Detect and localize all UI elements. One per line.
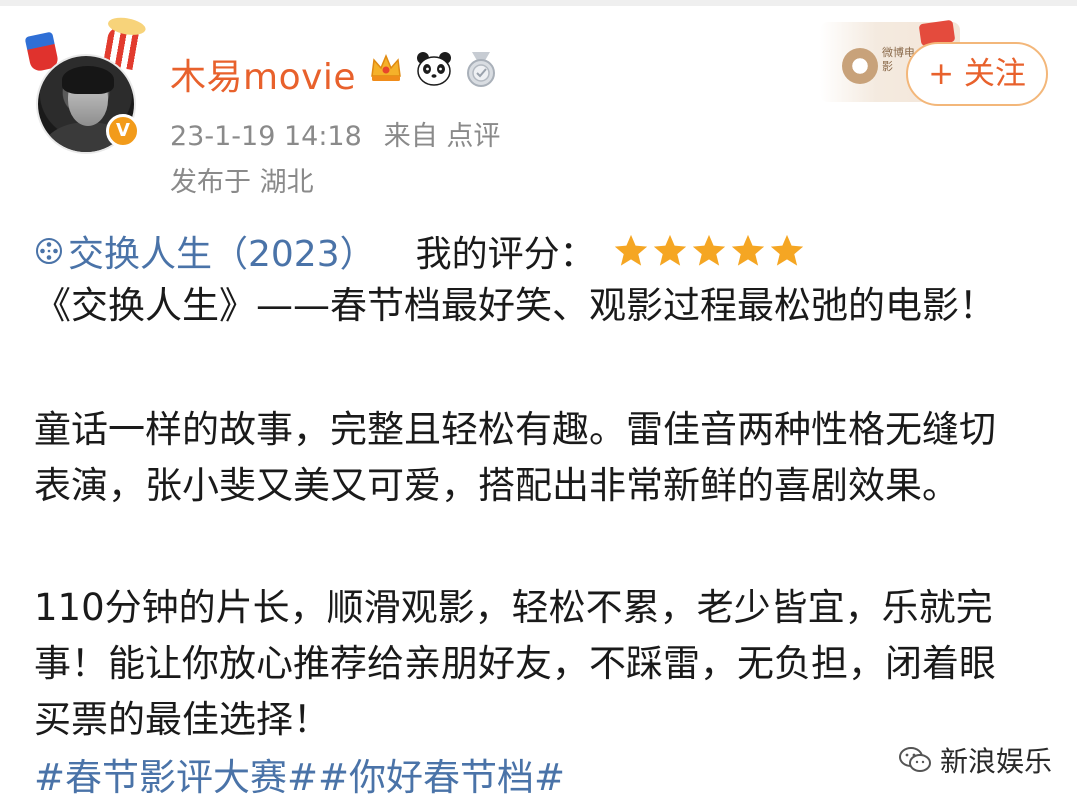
post-timestamp: 23-1-19 14:18: [170, 121, 362, 152]
post-source[interactable]: 来自 点评: [384, 121, 501, 152]
rating-stars: [612, 232, 807, 270]
hashtag-links[interactable]: #春节影评大赛##你好春节档#: [34, 750, 565, 806]
review-headline: 《交换人生》——春节档最好笑、观影过程最松弛的电影！: [34, 284, 996, 327]
star-icon: [731, 234, 764, 266]
top-divider: [0, 0, 1077, 6]
crown-icon: [371, 54, 401, 81]
star-icon: [692, 234, 725, 266]
verified-badge-icon: V: [106, 114, 140, 148]
panda-icon: [417, 52, 451, 86]
review-paragraph-line: 表演，张小斐又美又可爱，搭配出非常新鲜的喜剧效果。: [34, 464, 959, 507]
watermark: 新浪娱乐: [898, 740, 1052, 780]
review-paragraph-line: 事！能让你放心推荐给亲朋好友，不踩雷，无负担，闭着眼: [34, 642, 996, 685]
medal-icon: [467, 52, 495, 87]
star-icon: [653, 234, 686, 266]
watermark-text: 新浪娱乐: [940, 745, 1053, 778]
star-icon: [614, 234, 647, 266]
movie-title-link[interactable]: 交换人生（2023）: [68, 225, 376, 277]
movie-rating-line: 交换人生（2023） 我的评分：: [34, 226, 807, 276]
follow-button[interactable]: + 关注: [906, 42, 1048, 106]
weibo-movie-logo-icon: [842, 48, 878, 84]
post-location: 发布于 湖北: [170, 167, 314, 198]
film-reel-icon: [36, 238, 62, 264]
review-paragraph-line: 童话一样的故事，完整且轻松有趣。雷佳音两种性格无缝切: [34, 408, 996, 451]
rating-label: 我的评分：: [415, 234, 596, 275]
star-icon: [770, 234, 803, 266]
review-paragraph-line: 110分钟的片长，顺滑观影，轻松不累，老少皆宜，乐就完: [34, 586, 993, 629]
post-meta: 23-1-19 14:18 来自 点评: [170, 114, 522, 153]
wechat-icon: [899, 747, 931, 772]
author-username[interactable]: 木易movie: [170, 48, 356, 100]
author-avatar-area[interactable]: V: [24, 25, 146, 154]
